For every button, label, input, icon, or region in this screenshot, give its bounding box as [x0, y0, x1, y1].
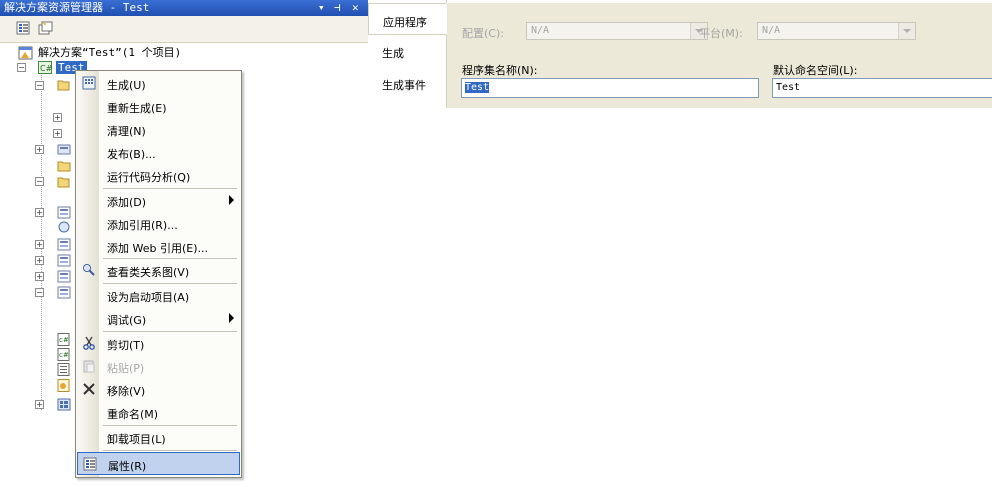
menu-item-add-web-reference[interactable]: 添加 Web 引用(E)... — [77, 235, 240, 257]
expand-toggle[interactable]: − — [35, 177, 44, 186]
configuration-label: 配置(C): — [462, 27, 504, 40]
assembly-name-input[interactable]: Test — [461, 78, 759, 98]
close-icon[interactable]: ✕ — [352, 0, 359, 16]
form-file-icon — [57, 206, 71, 219]
configuration-bar: 配置(C): N/A 平台(M): N/A — [447, 3, 992, 55]
menu-item-rename[interactable]: 重命名(M) — [77, 401, 240, 423]
form-file-icon — [57, 238, 71, 251]
menu-item-paste[interactable]: 粘贴(P) — [77, 355, 240, 377]
submenu-arrow-icon — [229, 195, 234, 205]
menu-item-view-class-diagram[interactable]: 查看类关系图(V) — [77, 259, 240, 281]
solution-explorer-titlebar: 解决方案资源管理器 - Test ▾ ⊣ ✕ — [0, 0, 368, 16]
default-namespace-label: 默认命名空间(L): — [773, 64, 858, 77]
form-file-icon — [57, 398, 71, 411]
svg-text:c#: c# — [59, 336, 69, 344]
expand-toggle[interactable]: − — [35, 81, 44, 90]
form-file-icon — [57, 286, 71, 299]
menu-item-add-reference[interactable]: 添加引用(R)... — [77, 212, 240, 234]
project-context-menu: 生成(U) 重新生成(E) 清理(N) 发布(B)... 运行代码分析(Q) 添… — [75, 70, 242, 478]
expand-toggle[interactable]: + — [35, 256, 44, 265]
collapse-toggle[interactable]: − — [35, 288, 44, 297]
chevron-down-icon — [898, 23, 915, 39]
csharp-file-icon: c# — [57, 333, 70, 346]
menu-item-properties[interactable]: 属性(R) — [77, 452, 240, 475]
solution-explorer-toolbar — [0, 16, 368, 43]
show-all-files-icon[interactable] — [38, 21, 53, 35]
folder-open-icon — [57, 80, 70, 91]
properties-tab-strip: 应用程序 生成 生成事件 — [368, 0, 447, 108]
class-diagram-icon — [83, 264, 95, 276]
expand-toggle[interactable]: + — [35, 400, 44, 409]
tab-build[interactable]: 生成 — [368, 35, 446, 67]
assembly-name-label: 程序集名称(N): — [462, 64, 538, 77]
menu-item-set-startup-project[interactable]: 设为启动项目(A) — [77, 284, 240, 306]
submenu-arrow-icon — [229, 313, 234, 323]
menu-item-unload-project[interactable]: 卸载项目(L) — [77, 426, 240, 448]
solution-explorer-title: 解决方案资源管理器 - Test — [4, 1, 150, 14]
solution-node-label[interactable]: 解决方案“Test”(1 个项目) — [38, 44, 181, 60]
expand-toggle[interactable]: + — [35, 240, 44, 249]
properties-icon[interactable] — [16, 21, 31, 35]
csharp-project-icon: C# — [38, 61, 52, 74]
menu-separator — [103, 450, 237, 451]
menu-item-cut[interactable]: 剪切(T) — [77, 332, 240, 354]
expand-toggle[interactable]: + — [53, 129, 62, 138]
menu-item-clean[interactable]: 清理(N) — [77, 118, 240, 140]
delete-x-icon — [83, 383, 95, 395]
folder-icon — [57, 161, 71, 172]
menu-item-add[interactable]: 添加(D) — [77, 189, 240, 211]
menu-item-publish[interactable]: 发布(B)... — [77, 141, 240, 163]
menu-item-build[interactable]: 生成(U) — [77, 72, 240, 94]
expand-toggle[interactable]: + — [53, 113, 62, 122]
svg-text:c#: c# — [59, 351, 69, 359]
menu-item-debug[interactable]: 调试(G) — [77, 307, 240, 329]
csharp-file-icon: c# — [57, 348, 70, 361]
form-file-icon — [57, 270, 71, 283]
menu-item-remove[interactable]: 移除(V) — [77, 378, 240, 400]
folder-open-icon — [57, 177, 70, 188]
default-namespace-input[interactable]: Test — [772, 78, 992, 98]
solution-icon — [18, 46, 33, 60]
window-position-icon[interactable]: ▾ — [318, 0, 325, 16]
project-properties-panel: 应用程序 生成 生成事件 配置(C): N/A 平台(M): N/A 程序集名称… — [368, 0, 992, 108]
expand-toggle[interactable]: + — [35, 208, 44, 217]
configuration-dropdown[interactable]: N/A — [526, 22, 708, 40]
auto-hide-icon[interactable]: ⊣ — [334, 0, 341, 16]
scissors-icon — [83, 336, 95, 350]
tab-application[interactable]: 应用程序 — [368, 3, 447, 35]
paste-icon — [83, 360, 95, 373]
resource-file-icon — [57, 379, 70, 392]
svg-text:C#: C# — [40, 64, 52, 73]
platform-label: 平台(M): — [699, 27, 743, 40]
component-icon — [58, 221, 70, 233]
expand-toggle[interactable]: + — [35, 145, 44, 154]
platform-dropdown[interactable]: N/A — [757, 22, 916, 40]
references-icon — [57, 144, 71, 155]
menu-item-run-code-analysis[interactable]: 运行代码分析(Q) — [77, 164, 240, 186]
collapse-project-toggle[interactable]: − — [17, 63, 26, 72]
build-icon — [82, 76, 96, 90]
menu-item-rebuild[interactable]: 重新生成(E) — [77, 95, 240, 117]
application-settings-pane: 配置(C): N/A 平台(M): N/A 程序集名称(N): Test 默认命… — [447, 3, 992, 108]
form-file-icon — [57, 254, 71, 267]
settings-file-icon — [57, 363, 70, 376]
expand-toggle[interactable]: + — [35, 272, 44, 281]
tab-build-events[interactable]: 生成事件 — [368, 67, 446, 99]
properties-icon — [83, 457, 97, 471]
